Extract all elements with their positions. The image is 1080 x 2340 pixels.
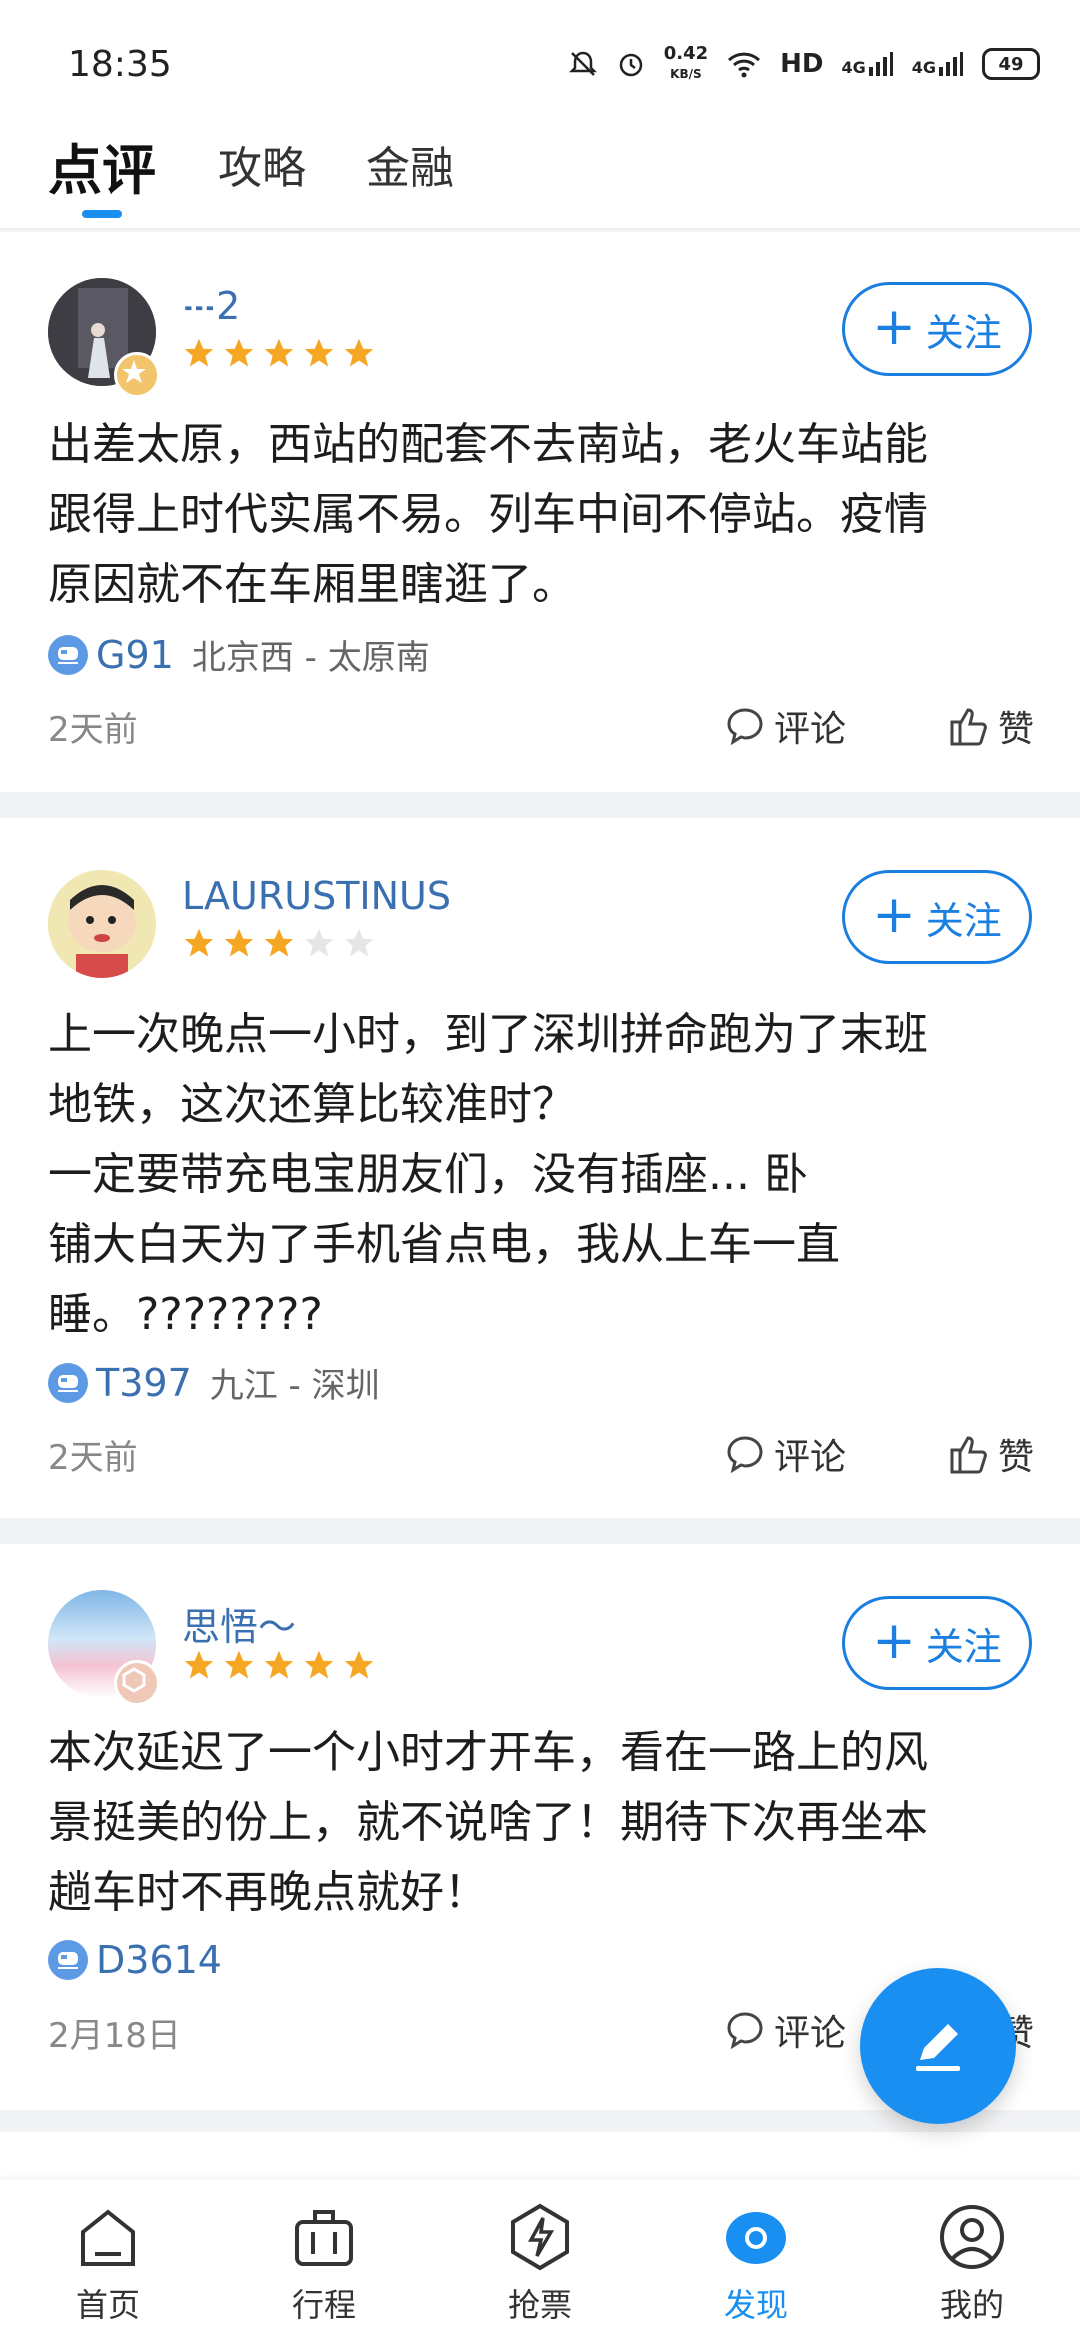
alarm-icon: [619, 53, 642, 77]
star-empty-icon: [344, 928, 374, 957]
wifi-icon: [728, 52, 761, 78]
post-time: 2月18日: [48, 2016, 181, 2056]
review-text: 本次延迟了一个小时才开车，看在一路上的风 景挺美的份上，就不说啥了！期待下次再坐…: [48, 1727, 928, 1918]
plus-icon: +: [872, 885, 916, 945]
write-review-button[interactable]: [860, 1968, 1016, 2124]
star-icon: [264, 1650, 294, 1679]
star-icon: [184, 1650, 214, 1679]
avatar[interactable]: [48, 870, 156, 978]
home-icon: [81, 2209, 135, 2266]
user-level-badge: [114, 352, 160, 398]
username[interactable]: 𝌀2: [182, 284, 240, 328]
star-icon: [344, 1650, 374, 1679]
review-card: 𝌀2 + 关注 出差太原，西站的配套不去南站，老火车站能 跟得上时代实属不易。列车…: [0, 232, 1080, 792]
status-time: 18:35: [68, 44, 172, 85]
signal-4g-1: 4G: [841, 51, 893, 77]
nav-grab-tickets[interactable]: 抢票: [470, 2202, 610, 2326]
star-icon: [304, 338, 334, 367]
pencil-icon: [916, 2024, 960, 2071]
hd-indicator: HD: [780, 49, 824, 79]
like-button[interactable]: 赞: [946, 700, 1034, 752]
username[interactable]: 思悟～: [182, 1596, 296, 1651]
net-speed: 0.42 KB/S: [663, 43, 709, 82]
train-info[interactable]: G91 北京西 - 太原南: [48, 630, 430, 679]
rating-stars: [182, 336, 376, 370]
star-icon: [184, 928, 214, 957]
lightning-icon: [511, 2203, 569, 2271]
comment-button[interactable]: 评论: [724, 1428, 846, 1480]
nav-trips[interactable]: 行程: [254, 2202, 394, 2326]
discover-icon: [726, 2212, 786, 2264]
train-icon: [48, 634, 88, 675]
train-icon: [48, 1362, 88, 1403]
luggage-icon: [295, 2210, 353, 2266]
nav-discover[interactable]: 发现: [686, 2202, 826, 2326]
review-card: LAURUSTINUS + 关注 上一次晚点一小时，到了深圳拼命跑为了末班 地铁，…: [0, 818, 1080, 1518]
comment-icon: [727, 1436, 763, 1474]
rating-stars: [182, 1648, 376, 1682]
star-icon: [224, 338, 254, 367]
train-number: G91: [96, 632, 174, 677]
comment-icon: [727, 2012, 763, 2050]
train-icon: [48, 1940, 88, 1980]
username[interactable]: LAURUSTINUS: [182, 874, 451, 918]
train-info[interactable]: T397 九江 - 深圳: [48, 1358, 380, 1407]
post-time: 2天前: [48, 710, 138, 750]
tab-reviews[interactable]: 点评: [48, 126, 156, 205]
plus-icon: +: [872, 297, 916, 357]
thumbs-up-icon: [950, 708, 987, 746]
like-button[interactable]: 赞: [946, 1428, 1034, 1480]
review-text: 出差太原，西站的配套不去南站，老火车站能 跟得上时代实属不易。列车中间不停站。疫…: [48, 419, 928, 610]
plus-icon: +: [872, 1611, 916, 1671]
status-icons: 0.42 KB/S HD 4G 4G 49: [568, 44, 1040, 84]
active-tab-indicator: [82, 210, 122, 218]
follow-button[interactable]: + 关注: [842, 1596, 1032, 1690]
follow-button[interactable]: + 关注: [842, 870, 1032, 964]
star-icon: [224, 1650, 254, 1679]
user-level-badge: [114, 1660, 160, 1706]
train-number: D3614: [96, 1938, 222, 1982]
train-info[interactable]: D3614: [48, 1938, 240, 1982]
train-route: 北京西 - 太原南: [191, 638, 430, 678]
comment-icon: [727, 708, 763, 746]
post-time: 2天前: [48, 1438, 138, 1478]
signal-4g-2: 4G: [912, 51, 964, 77]
star-icon: [344, 338, 374, 367]
star-icon: [264, 928, 294, 957]
status-bar: 18:35 0.42 KB/S HD 4G 4G 49: [0, 0, 1080, 120]
nav-home[interactable]: 首页: [38, 2202, 178, 2326]
bottom-nav: 首页 行程 抢票 发现 我的: [0, 2180, 1080, 2340]
star-icon: [184, 338, 214, 367]
comment-button[interactable]: 评论: [724, 2004, 846, 2056]
comment-button[interactable]: 评论: [724, 700, 846, 752]
review-text: 上一次晚点一小时，到了深圳拼命跑为了末班 地铁，这次还算比较准时？ 一定要带充电…: [48, 1009, 928, 1340]
star-icon: [224, 928, 254, 957]
tab-guides[interactable]: 攻略: [218, 132, 306, 196]
tab-finance[interactable]: 金融: [366, 132, 454, 196]
star-icon: [304, 1650, 334, 1679]
nav-profile[interactable]: 我的: [902, 2202, 1042, 2326]
profile-icon: [940, 2205, 1004, 2269]
star-icon: [264, 338, 294, 367]
top-tab-bar: 点评 攻略 金融: [0, 120, 1080, 230]
review-card-partial: [0, 2132, 1080, 2180]
star-empty-icon: [304, 928, 334, 957]
follow-button[interactable]: + 关注: [842, 282, 1032, 376]
mute-bell-icon: [568, 51, 597, 76]
train-number: T397: [96, 1360, 192, 1405]
thumbs-up-icon: [950, 1436, 987, 1474]
rating-stars: [182, 926, 376, 960]
train-route: 九江 - 深圳: [209, 1366, 380, 1406]
battery-icon: 49: [982, 48, 1040, 80]
